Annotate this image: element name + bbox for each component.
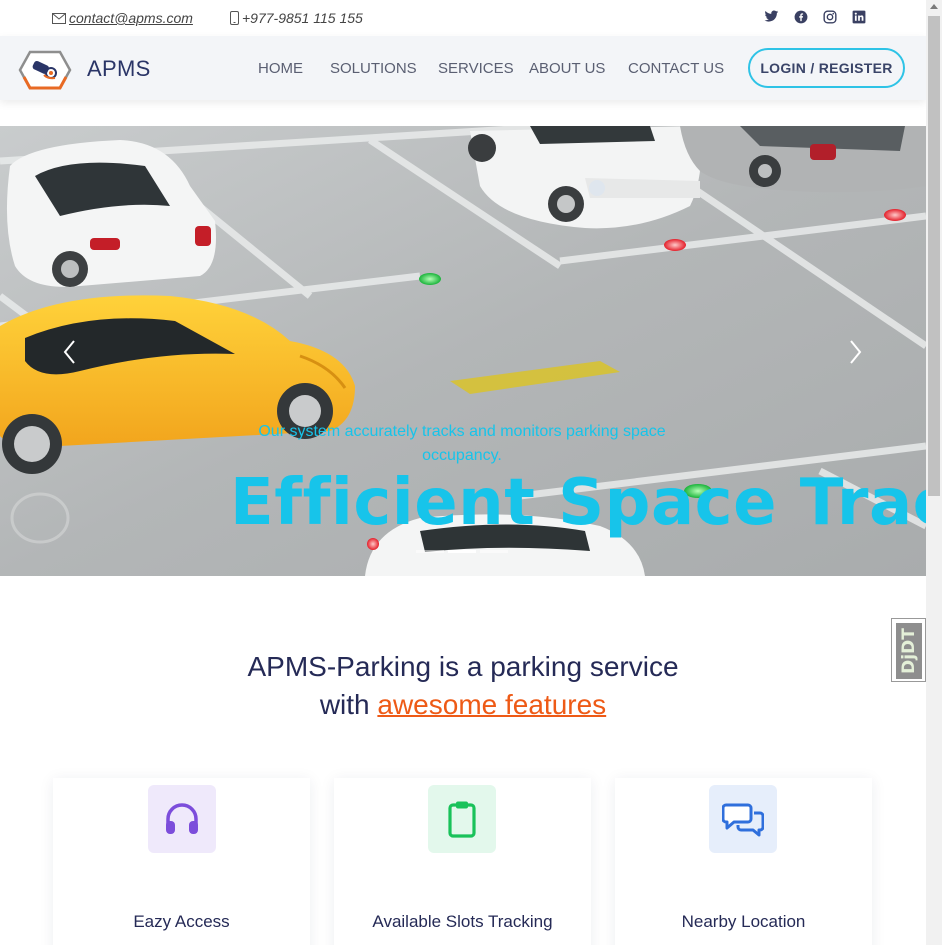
- nav-home[interactable]: HOME: [258, 60, 330, 77]
- scrollbar-thumb[interactable]: [928, 16, 940, 496]
- email-link[interactable]: contact@apms.com: [52, 10, 193, 26]
- feature-label: Nearby Location: [681, 912, 806, 931]
- chevron-right-icon: [850, 340, 862, 364]
- carousel-indicators: [416, 550, 508, 553]
- social-links: [764, 9, 866, 24]
- top-bar: contact@apms.com +977-9851 115 155: [0, 0, 926, 36]
- feature-card-nearby-location[interactable]: Nearby Location: [615, 778, 872, 945]
- nav-solutions[interactable]: SOLUTIONS: [330, 60, 438, 77]
- apms-logo[interactable]: [18, 50, 72, 90]
- debug-toolbar-label: DjDT: [899, 628, 919, 674]
- debug-toolbar-label-box: DjDT: [896, 623, 922, 679]
- nav-contact-us[interactable]: CONTACT US: [628, 60, 728, 77]
- carousel-indicator-1[interactable]: [416, 550, 444, 553]
- mobile-icon: [230, 11, 239, 25]
- feature-card-available-slots[interactable]: Available Slots Tracking: [334, 778, 591, 945]
- feature-icon-box: [428, 785, 496, 853]
- feature-card-eazy-access[interactable]: Eazy Access: [53, 778, 310, 945]
- features-heading-prefix: with: [319, 689, 370, 720]
- nav-about-us[interactable]: ABOUT US: [529, 60, 628, 77]
- page: contact@apms.com +977-9851 115 155 APMS …: [0, 0, 942, 945]
- features-heading: APMS-Parking is a parking service with a…: [0, 648, 926, 724]
- hero-subtitle: Our system accurately tracks and monitor…: [258, 423, 666, 464]
- features-heading-line2: with awesome features: [0, 686, 926, 724]
- chevron-left-icon: [63, 340, 75, 364]
- linkedin-icon[interactable]: [851, 9, 866, 24]
- hero-carousel: Efficient Space Trackin Our system accur…: [0, 126, 926, 576]
- main-header: APMS HOME SOLUTIONS SERVICES ABOUT US CO…: [0, 36, 926, 100]
- twitter-icon[interactable]: [764, 9, 779, 24]
- page-scrollbar[interactable]: [926, 0, 942, 945]
- feature-icon-box: [148, 785, 216, 853]
- scroll-up-arrow[interactable]: [930, 4, 938, 9]
- envelope-icon: [52, 12, 66, 24]
- instagram-icon[interactable]: [822, 9, 837, 24]
- carousel-next-button[interactable]: [845, 338, 865, 366]
- phone-text[interactable]: +977-9851 115 155: [242, 10, 363, 26]
- email-text[interactable]: contact@apms.com: [69, 10, 193, 26]
- phone-link[interactable]: +977-9851 115 155: [230, 10, 363, 26]
- features-heading-highlight: awesome features: [377, 689, 607, 720]
- carousel-indicator-2[interactable]: [448, 550, 476, 553]
- login-register-button[interactable]: LOGIN / REGISTER: [748, 48, 905, 88]
- facebook-icon[interactable]: [793, 9, 808, 24]
- chat-bubbles-icon: [722, 803, 764, 837]
- debug-toolbar-handle[interactable]: DjDT: [891, 618, 926, 682]
- nav-services[interactable]: SERVICES: [438, 60, 529, 77]
- feature-icon-box: [709, 785, 777, 853]
- feature-label: Eazy Access: [133, 912, 230, 931]
- carousel-indicator-3[interactable]: [480, 550, 508, 553]
- features-heading-line1: APMS-Parking is a parking service: [247, 651, 679, 682]
- main-nav: HOME SOLUTIONS SERVICES ABOUT US CONTACT…: [258, 60, 728, 77]
- brand-name[interactable]: APMS: [87, 56, 151, 82]
- clipboard-icon: [448, 801, 476, 838]
- carousel-prev-button[interactable]: [60, 338, 80, 366]
- headphones-icon: [166, 803, 198, 834]
- feature-label: Available Slots Tracking: [372, 912, 553, 931]
- hero-title: Efficient Space Trackin: [230, 466, 926, 540]
